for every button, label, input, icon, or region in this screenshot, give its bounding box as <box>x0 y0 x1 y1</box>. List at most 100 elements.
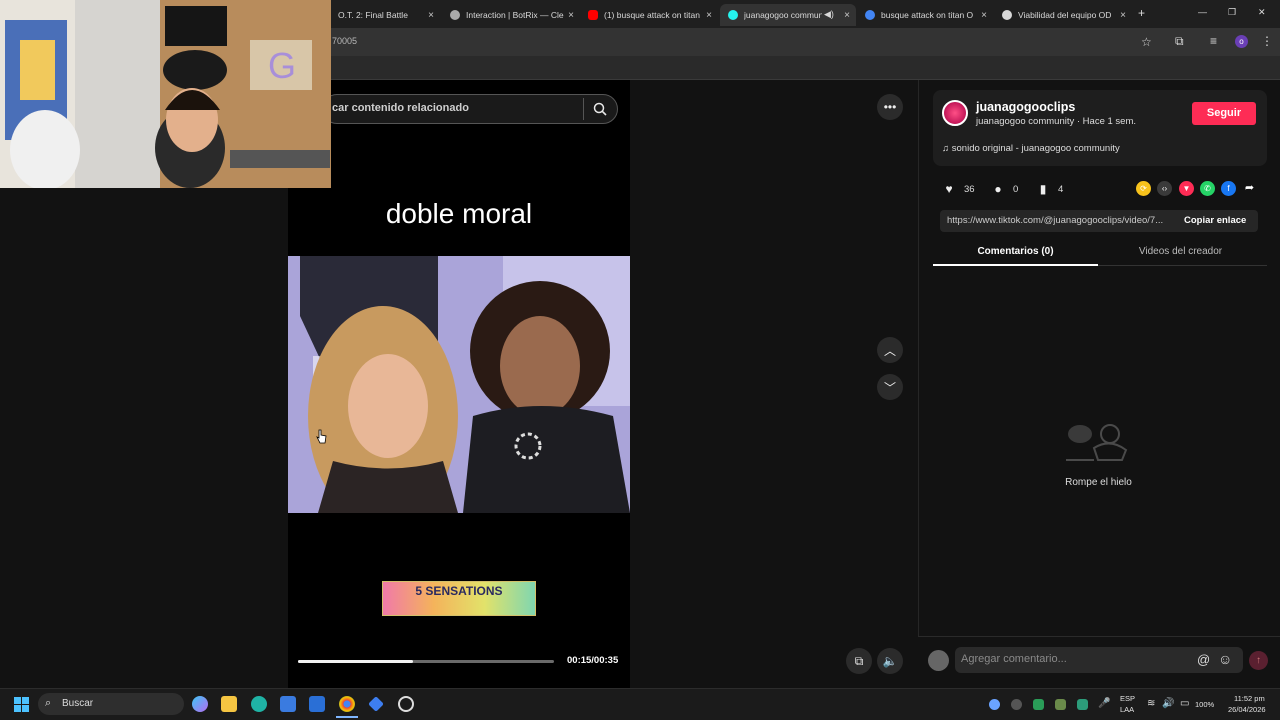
previous-video-button[interactable]: ︿ <box>877 337 903 363</box>
tab-comments[interactable]: Comentarios (0) <box>933 246 1098 257</box>
edge-icon[interactable] <box>251 696 267 712</box>
browser-tab-3[interactable]: (1) busque attack on titan × <box>580 4 718 26</box>
video-time: 00:15/00:35 <box>567 655 619 666</box>
browser-tab-4[interactable]: juanagogoo commun ◀) × <box>720 4 856 26</box>
menu-dots-icon[interactable]: ⋮ <box>1261 34 1273 48</box>
more-dots-icon: ••• <box>883 100 897 114</box>
pip-button[interactable]: ⧉ <box>846 648 872 674</box>
botrix-icon <box>450 10 460 20</box>
tiktok-icon <box>728 10 738 20</box>
tray-app3-icon[interactable] <box>1077 699 1088 710</box>
close-tab-icon[interactable]: × <box>844 10 850 21</box>
profile-avatar-icon[interactable]: o <box>1235 35 1248 48</box>
pip-icon: ⧉ <box>854 653 864 668</box>
tab-title: juanagogoo commun <box>744 10 822 20</box>
tab-title: (1) busque attack on titan <box>604 10 700 20</box>
battery-icon[interactable]: ▭ <box>1180 698 1189 709</box>
right-panel <box>918 80 1280 688</box>
webcam-feed-image: G <box>0 0 331 188</box>
music-title: sonido original - juanagogoo community <box>951 143 1120 154</box>
music-line[interactable]: ♫ sonido original - juanagogoo community <box>942 143 1120 154</box>
audio-playing-icon[interactable]: ◀) <box>824 9 834 20</box>
chevron-down-icon: ﹀ <box>883 380 896 395</box>
creator-username[interactable]: juanagogooclips <box>976 100 1075 114</box>
heart-icon: ♥ <box>945 182 953 196</box>
user-avatar[interactable] <box>928 650 949 671</box>
windows-start-icon[interactable] <box>14 697 29 712</box>
empty-comments-illustration-icon <box>1066 424 1128 461</box>
comment-stat[interactable]: ● 0 <box>991 182 1018 196</box>
tray-copilot-icon[interactable] <box>989 699 1000 710</box>
copilot-icon[interactable] <box>192 696 208 712</box>
like-count: 36 <box>964 183 975 195</box>
close-tab-icon[interactable]: × <box>568 10 574 21</box>
tray-app2-icon[interactable] <box>1055 699 1066 710</box>
youtube-icon <box>588 10 598 20</box>
maximize-button[interactable]: ❐ <box>1228 7 1236 18</box>
close-tab-icon[interactable]: × <box>428 10 434 21</box>
openai-app-icon[interactable] <box>398 696 414 712</box>
browser-tab-6[interactable]: Viabilidad del equipo OD × <box>994 4 1132 26</box>
browser-tab-5[interactable]: busque attack on titan O × <box>857 4 993 26</box>
speaker-icon[interactable]: 🔊 <box>1162 698 1174 709</box>
language-line-2[interactable]: LAA <box>1120 705 1134 714</box>
save-count: 4 <box>1058 183 1064 195</box>
creator-subline: juanagogoo community · Hace 1 sem. <box>976 116 1136 127</box>
mention-icon[interactable]: @ <box>1197 652 1210 667</box>
browser-tab-2[interactable]: Interaction | BotRix — Cle × <box>442 4 580 26</box>
close-tab-icon[interactable]: × <box>1120 10 1126 21</box>
comment-icon: ● <box>994 182 1002 196</box>
close-tab-icon[interactable]: × <box>706 10 712 21</box>
minimize-button[interactable]: — <box>1198 7 1207 17</box>
media-controls-icon[interactable]: ≡ <box>1210 34 1217 48</box>
extensions-icon[interactable]: ⧉ <box>1175 34 1184 49</box>
empty-state-text: Rompe el hielo <box>1065 477 1132 488</box>
progress-bar-fill <box>298 660 414 663</box>
clock-time[interactable]: 11:52 pm <box>1234 694 1265 703</box>
store-icon[interactable] <box>280 696 296 712</box>
window-close-button[interactable]: ✕ <box>1258 7 1266 18</box>
emoji-icon[interactable]: ☺ <box>1218 651 1232 667</box>
music-note-icon: ♫ <box>942 143 952 154</box>
tray-app-icon[interactable] <box>1011 699 1022 710</box>
search-divider <box>583 98 584 120</box>
outlook-icon[interactable] <box>309 696 325 712</box>
next-video-button[interactable]: ﹀ <box>877 374 903 400</box>
star-icon[interactable]: ☆ <box>1141 35 1152 49</box>
whatsapp-icon[interactable]: ✆ <box>1200 181 1215 196</box>
copy-link-button[interactable]: Copiar enlace <box>1184 215 1246 226</box>
search-icon[interactable] <box>593 102 607 116</box>
language-line-1[interactable]: ESP <box>1120 694 1135 703</box>
taskbar-search-icon: ⌕ <box>45 697 52 709</box>
more-options-button[interactable]: ••• <box>877 94 903 120</box>
taskbar-search[interactable] <box>38 693 184 715</box>
share-arrow-icon[interactable]: ➦ <box>1242 181 1257 196</box>
tray-nvidia-icon[interactable] <box>1033 699 1044 710</box>
wifi-icon[interactable]: ≋ <box>1147 698 1155 709</box>
clock-date[interactable]: 26/04/2026 <box>1228 705 1266 714</box>
embed-icon[interactable]: ‹› <box>1157 181 1172 196</box>
video-player[interactable] <box>288 256 630 513</box>
avatar[interactable] <box>942 100 968 126</box>
battery-percent: 100% <box>1195 700 1215 709</box>
webcam-overlay: G <box>0 0 331 188</box>
like-stat[interactable]: ♥ 36 <box>942 182 975 196</box>
send-icon[interactable]: ▼ <box>1179 181 1194 196</box>
volume-icon: 🔈 <box>882 654 898 668</box>
tab-creator-videos[interactable]: Videos del creador <box>1098 246 1263 257</box>
url-text[interactable]: 70005 <box>332 36 357 46</box>
send-comment-button[interactable]: ↑ <box>1249 651 1268 670</box>
new-tab-button[interactable]: + <box>1138 6 1145 20</box>
file-explorer-icon[interactable] <box>221 696 237 712</box>
repost-icon[interactable]: ⟳ <box>1136 181 1151 196</box>
video-link-text[interactable]: https://www.tiktok.com/@juanagogooclips/… <box>947 215 1175 226</box>
browser-tab-1[interactable]: O.T. 2: Final Battle × <box>330 4 440 26</box>
volume-button[interactable]: 🔈 <box>877 648 903 674</box>
follow-button[interactable]: Seguir <box>1192 102 1256 125</box>
chrome-icon[interactable] <box>339 696 355 712</box>
save-stat[interactable]: ▮ 4 <box>1036 182 1064 196</box>
close-tab-icon[interactable]: × <box>981 10 987 21</box>
active-app-indicator <box>336 716 358 718</box>
microphone-icon[interactable]: 🎤 <box>1098 698 1110 709</box>
facebook-icon[interactable]: f <box>1221 181 1236 196</box>
